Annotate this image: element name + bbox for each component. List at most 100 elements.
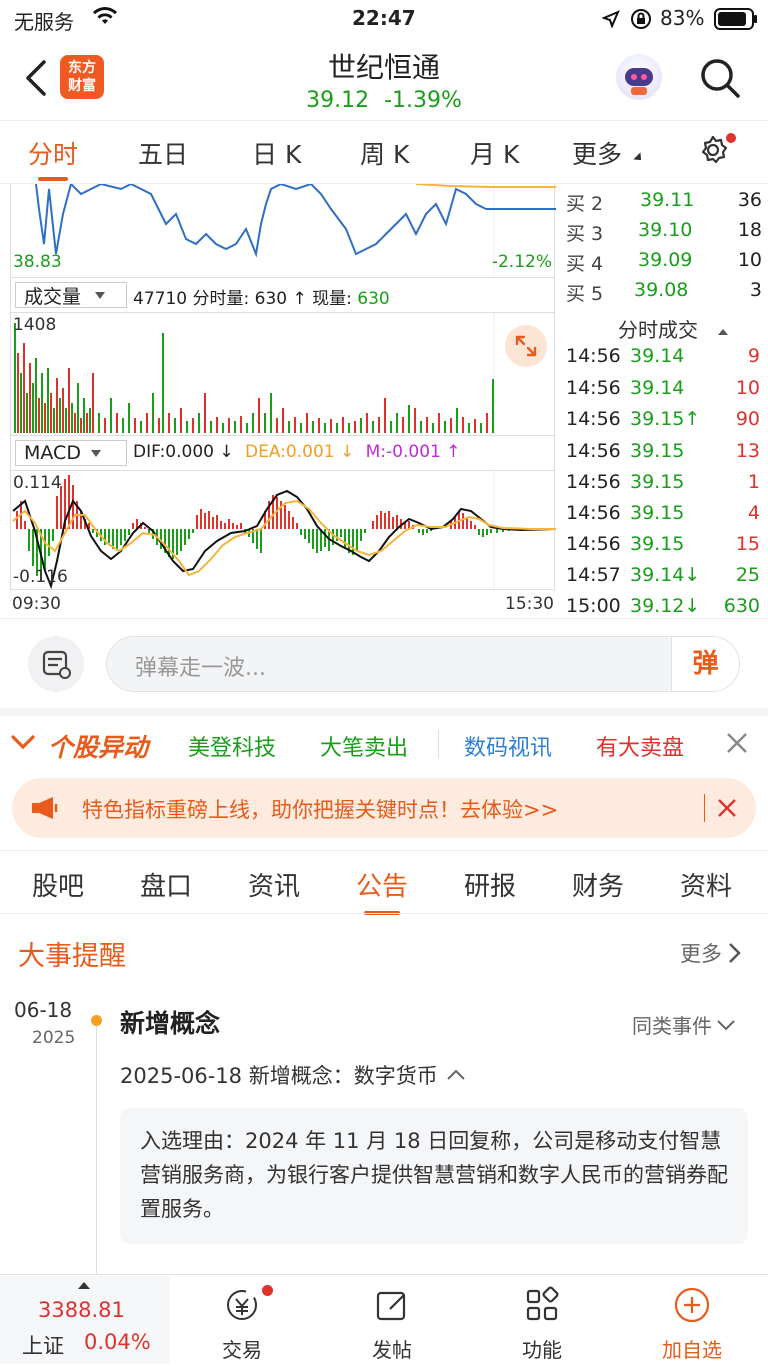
- close-icon[interactable]: [726, 732, 748, 758]
- robot-avatar-icon[interactable]: [616, 54, 662, 100]
- trade-row: 14:56 39.15↑ 90: [566, 408, 762, 439]
- volume-info: 47710 分时量: 630 ↑ 现量: 630: [133, 284, 390, 309]
- events-more-label: 更多: [680, 942, 722, 966]
- volume-bars: [14, 313, 495, 437]
- timeline-line: [96, 1026, 97, 1276]
- divider: [0, 913, 768, 914]
- event-year: 2025: [32, 1028, 76, 1048]
- tab-more[interactable]: 更多: [572, 135, 622, 171]
- trade-row: 14:56 39.15 4: [566, 502, 762, 533]
- trade-price: 39.14: [630, 345, 685, 367]
- order-level: 买 5: [566, 283, 604, 305]
- expand-chart-icon[interactable]: [505, 325, 547, 367]
- functions-button[interactable]: 功能: [492, 1285, 592, 1363]
- trade-price: 39.14: [630, 377, 685, 399]
- danmaku-input[interactable]: 弹幕走一波... 弹: [106, 636, 740, 692]
- period-tabs: 分时 五日 日 K 周 K 月 K 更多: [0, 120, 768, 184]
- subtab-market[interactable]: 盘口: [140, 866, 192, 903]
- trade-volume: 630: [723, 595, 760, 617]
- macd-chart[interactable]: 0.114 -0.116: [10, 470, 557, 591]
- movement-item[interactable]: 美登科技: [188, 730, 276, 762]
- event-title: 新增概念: [120, 1009, 221, 1038]
- order-price: 39.09: [638, 249, 693, 271]
- search-icon[interactable]: [698, 56, 742, 104]
- subtab-finance[interactable]: 财务: [572, 866, 624, 903]
- divider: [438, 730, 439, 758]
- trade-volume: 25: [735, 564, 760, 586]
- trade-volume: 90: [735, 408, 760, 430]
- tab-daily-k[interactable]: 日 K: [252, 135, 301, 171]
- subtab-news[interactable]: 资讯: [248, 866, 300, 903]
- battery-icon: [714, 8, 758, 35]
- subtab-announcements[interactable]: 公告: [356, 866, 408, 915]
- tab-monthly-k[interactable]: 月 K: [470, 135, 519, 171]
- subtab-research[interactable]: 研报: [464, 866, 516, 903]
- danmaku-send-button[interactable]: 弹: [671, 637, 739, 691]
- chevron-right-icon: [729, 943, 741, 963]
- trade-row: 14:56 39.14 10: [566, 377, 762, 408]
- time-start-label: 09:30: [12, 594, 61, 614]
- order-book-row: 买 4 39.09 10: [566, 249, 762, 280]
- same-type-events-dropdown[interactable]: 同类事件: [632, 1010, 736, 1039]
- notification-dot: [262, 1285, 273, 1296]
- macd-top-label: 0.114: [13, 473, 62, 493]
- stock-header: 东方 财富 世纪恒通 39.12 -1.39%: [0, 40, 768, 120]
- trade-time: 14:56: [566, 440, 621, 462]
- trades-header[interactable]: 分时成交: [618, 314, 729, 343]
- movement-item[interactable]: 数码视讯: [464, 730, 552, 762]
- trade-volume: 9: [747, 345, 760, 367]
- promo-banner[interactable]: 特色指标重磅上线，助你把握关键时点！去体验>>: [12, 778, 756, 838]
- macd-selector[interactable]: MACD: [15, 440, 127, 466]
- price-line-plot: [35, 182, 556, 278]
- trade-row: 14:56 39.14 9: [566, 345, 762, 376]
- dropdown-triangle-icon: [90, 449, 101, 457]
- volume-max-label: 1408: [13, 315, 57, 335]
- volume-chart[interactable]: 1408: [10, 312, 555, 437]
- min-volume-label: 分时量:: [192, 289, 250, 309]
- price-chart[interactable]: 38.83 -2.12%: [10, 182, 556, 278]
- trade-time: 14:56: [566, 377, 621, 399]
- movement-item[interactable]: 有大卖盘: [596, 730, 684, 762]
- chevron-down-icon[interactable]: [10, 732, 36, 756]
- post-button[interactable]: 发帖: [342, 1285, 442, 1363]
- add-watchlist-button[interactable]: 加自选: [642, 1285, 742, 1363]
- close-icon[interactable]: [717, 798, 737, 822]
- movement-title: 个股异动: [48, 733, 149, 762]
- volume-header: 成交量 47710 分时量: 630 ↑ 现量: 630: [10, 278, 555, 312]
- price-low-pct: -2.12%: [491, 252, 552, 272]
- subtab-forum[interactable]: 股吧: [32, 866, 84, 903]
- add-watch-label: 加自选: [662, 1338, 722, 1362]
- megaphone-icon: [30, 795, 60, 825]
- trade-price: 39.15↑: [630, 408, 701, 430]
- trade-row: 15:00 39.12↓ 630: [566, 595, 762, 626]
- order-volume: 36: [737, 189, 762, 211]
- tab-intraday[interactable]: 分时: [28, 135, 78, 181]
- tab-weekly-k[interactable]: 周 K: [360, 135, 409, 171]
- trade-button[interactable]: 交易: [192, 1285, 292, 1363]
- movement-item[interactable]: 大笔卖出: [320, 730, 408, 762]
- order-book-row: 买 2 39.11 36: [566, 189, 762, 220]
- danmaku-settings-icon[interactable]: [28, 636, 84, 692]
- up-arrow: ↑: [292, 289, 307, 309]
- tab-five-day[interactable]: 五日: [138, 135, 188, 171]
- triangle-up-icon: [718, 328, 729, 335]
- volume-selector[interactable]: 成交量: [15, 282, 127, 308]
- volume-total: 47710: [133, 289, 188, 309]
- min-volume-value: 630: [254, 289, 288, 309]
- settings-gear-icon[interactable]: [698, 133, 736, 169]
- trade-time: 15:00: [566, 595, 621, 617]
- trade-time: 14:56: [566, 408, 621, 430]
- order-price: 39.08: [634, 279, 689, 301]
- index-value: 3388.81: [38, 1298, 125, 1322]
- event-detail-header[interactable]: 2025-06-18 新增概念：数字货币: [120, 1060, 466, 1090]
- subtab-profile[interactable]: 资料: [680, 866, 732, 903]
- index-ticker[interactable]: 3388.81 上证 0.04%: [0, 1276, 170, 1364]
- chevron-up-icon: [447, 1069, 465, 1080]
- volume-selector-label: 成交量: [24, 285, 82, 308]
- event-detail-title: 2025-06-18 新增概念：数字货币: [120, 1064, 438, 1088]
- events-more-link[interactable]: 更多: [680, 938, 742, 968]
- order-level: 买 3: [566, 223, 604, 245]
- order-level: 买 2: [566, 193, 604, 215]
- macd-selector-label: MACD: [24, 442, 81, 464]
- order-level: 买 4: [566, 253, 604, 275]
